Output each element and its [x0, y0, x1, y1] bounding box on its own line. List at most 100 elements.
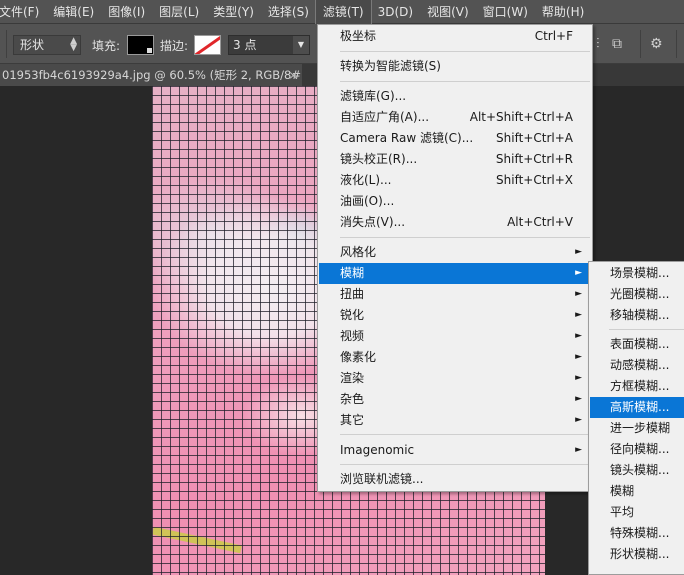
blur-item-shape-blur[interactable]: 形状模糊...	[590, 544, 684, 565]
filter-menu-item-label: 扭曲	[340, 287, 365, 301]
filter-menu-item-smart-filter[interactable]: 转换为智能滤镜(S)	[319, 56, 591, 77]
filter-menu: 极坐标 Ctrl+F 转换为智能滤镜(S) 滤镜库(G)... 自适应广角(A).…	[317, 24, 593, 492]
gear-icon[interactable]: ⚙	[650, 36, 663, 52]
menu-view[interactable]: 视图(V)	[420, 0, 476, 24]
blur-item-gaussian-blur[interactable]: 高斯模糊...	[590, 397, 684, 418]
blur-item-surface-blur[interactable]: 表面模糊...	[590, 334, 684, 355]
blur-item-field-blur[interactable]: 场景模糊...	[590, 263, 684, 284]
filter-menu-item-stylize[interactable]: 风格化 ►	[319, 242, 591, 263]
menu-separator	[340, 237, 590, 238]
submenu-arrow-icon: ►	[575, 310, 582, 320]
shortcut-label: Alt+Shift+Ctrl+A	[469, 110, 573, 124]
filter-menu-item-liquify[interactable]: 液化(L)... Shift+Ctrl+X	[319, 170, 591, 191]
stroke-color-swatch[interactable]	[194, 35, 221, 55]
filter-menu-item-blur[interactable]: 模糊 ►	[319, 263, 591, 284]
options-divider	[676, 30, 677, 58]
blur-item-smart-blur[interactable]: 特殊模糊...	[590, 523, 684, 544]
menu-image[interactable]: 图像(I)	[101, 0, 152, 24]
document-tab[interactable]: 01953fb4c6193929a4.jpg @ 60.5% (矩形 2, RG…	[0, 64, 302, 86]
chevron-down-icon[interactable]: ▼	[293, 36, 309, 54]
filter-menu-item-label: 自适应广角(A)...	[340, 110, 430, 124]
up-down-arrows-icon: ▲ ▼	[70, 36, 77, 53]
filter-menu-item-other[interactable]: 其它 ►	[319, 410, 591, 431]
fill-color-swatch[interactable]	[127, 35, 154, 55]
blur-item-iris-blur[interactable]: 光圈模糊...	[590, 284, 684, 305]
filter-menu-item-label: 消失点(V)...	[340, 215, 406, 229]
menu-filter[interactable]: 滤镜(T)	[314, 0, 372, 25]
filter-menu-item-label: 锐化	[340, 308, 365, 322]
shape-mode-value: 形状	[20, 38, 45, 52]
filter-menu-item-label: 杂色	[340, 392, 365, 406]
swatch-corner-icon	[147, 48, 152, 53]
submenu-arrow-icon: ►	[575, 394, 582, 404]
filter-menu-item-browse-online[interactable]: 浏览联机滤镜...	[319, 469, 591, 490]
filter-menu-item-label: 视频	[340, 329, 365, 343]
blur-item-radial-blur[interactable]: 径向模糊...	[590, 439, 684, 460]
menu-layer[interactable]: 图层(L)	[152, 0, 206, 24]
menu-3d[interactable]: 3D(D)	[371, 0, 420, 24]
filter-menu-item-label: 油画(O)...	[340, 194, 395, 208]
options-divider	[640, 30, 641, 58]
filter-menu-item-label: 风格化	[340, 245, 377, 259]
menu-select[interactable]: 选择(S)	[261, 0, 316, 24]
filter-menu-item-label: 转换为智能滤镜(S)	[340, 59, 441, 73]
document-tab-title: 01953fb4c6193929a4.jpg @ 60.5% (矩形 2, RG…	[2, 68, 302, 82]
shortcut-label: Shift+Ctrl+R	[495, 152, 573, 166]
filter-menu-item-gallery[interactable]: 滤镜库(G)...	[319, 86, 591, 107]
shortcut-label: Shift+Ctrl+A	[496, 131, 573, 145]
filter-menu-item-sharpen[interactable]: 锐化 ►	[319, 305, 591, 326]
menu-separator	[340, 434, 590, 435]
filter-menu-item-camera-raw[interactable]: Camera Raw 滤镜(C)... Shift+Ctrl+A	[319, 128, 591, 149]
menu-type[interactable]: 类型(Y)	[206, 0, 261, 24]
shape-mode-select[interactable]: 形状 ▲ ▼	[13, 35, 81, 55]
blur-item-motion-blur[interactable]: 动感模糊...	[590, 355, 684, 376]
filter-menu-item-video[interactable]: 视频 ►	[319, 326, 591, 347]
arrange-layers-icon[interactable]: ⧉	[612, 36, 622, 52]
filter-menu-item-label: 模糊	[340, 266, 365, 280]
filter-menu-item-label: 像素化	[340, 350, 377, 364]
blur-item-average[interactable]: 平均	[590, 502, 684, 523]
submenu-arrow-icon: ►	[575, 331, 582, 341]
submenu-arrow-icon: ►	[575, 373, 582, 383]
filter-menu-item-label: 渲染	[340, 371, 365, 385]
align-icon[interactable]: ⫶	[596, 36, 600, 52]
stroke-label: 描边:	[160, 39, 189, 53]
filter-menu-item-vanishing-point[interactable]: 消失点(V)... Alt+Ctrl+V	[319, 212, 591, 233]
filter-menu-item-lens-correction[interactable]: 镜头校正(R)... Shift+Ctrl+R	[319, 149, 591, 170]
filter-menu-item-last-filter[interactable]: 极坐标 Ctrl+F	[319, 26, 591, 47]
blur-item-tilt-shift[interactable]: 移轴模糊...	[590, 305, 684, 326]
filter-menu-item-label: 其它	[340, 413, 365, 427]
filter-menu-item-imagenomic[interactable]: Imagenomic ►	[319, 440, 591, 461]
menu-edit[interactable]: 编辑(E)	[46, 0, 101, 24]
blur-item-blur[interactable]: 模糊	[590, 481, 684, 502]
blur-item-box-blur[interactable]: 方框模糊...	[590, 376, 684, 397]
close-icon[interactable]: ×	[288, 64, 298, 86]
filter-menu-item-oil-paint[interactable]: 油画(O)...	[319, 191, 591, 212]
blur-item-blur-more[interactable]: 进一步模糊	[590, 418, 684, 439]
blur-submenu: 场景模糊... 光圈模糊... 移轴模糊... 表面模糊... 动感模糊... …	[588, 261, 684, 575]
filter-menu-item-adaptive-wide-angle[interactable]: 自适应广角(A)... Alt+Shift+Ctrl+A	[319, 107, 591, 128]
menu-window[interactable]: 窗口(W)	[476, 0, 535, 24]
shortcut-label: Alt+Ctrl+V	[507, 215, 573, 229]
filter-menu-item-noise[interactable]: 杂色 ►	[319, 389, 591, 410]
submenu-arrow-icon: ►	[575, 415, 582, 425]
options-divider	[6, 30, 7, 58]
stroke-size-field[interactable]: 3 点 ▼	[228, 35, 310, 55]
filter-menu-item-pixelate[interactable]: 像素化 ►	[319, 347, 591, 368]
menu-separator	[340, 51, 590, 52]
shortcut-label: Shift+Ctrl+X	[496, 173, 573, 187]
submenu-arrow-icon: ►	[575, 352, 582, 362]
submenu-arrow-icon: ►	[575, 268, 582, 278]
stroke-size-value: 3 点	[233, 38, 257, 52]
filter-menu-item-render[interactable]: 渲染 ►	[319, 368, 591, 389]
filter-menu-item-distort[interactable]: 扭曲 ►	[319, 284, 591, 305]
filter-menu-item-label: 液化(L)...	[340, 173, 392, 187]
menu-separator	[340, 464, 590, 465]
menu-help[interactable]: 帮助(H)	[535, 0, 591, 24]
fill-label: 填充:	[92, 39, 121, 53]
menu-separator	[340, 81, 590, 82]
submenu-arrow-icon: ►	[575, 289, 582, 299]
menu-file[interactable]: 文件(F)	[0, 0, 46, 24]
menu-separator	[609, 329, 684, 330]
blur-item-lens-blur[interactable]: 镜头模糊...	[590, 460, 684, 481]
